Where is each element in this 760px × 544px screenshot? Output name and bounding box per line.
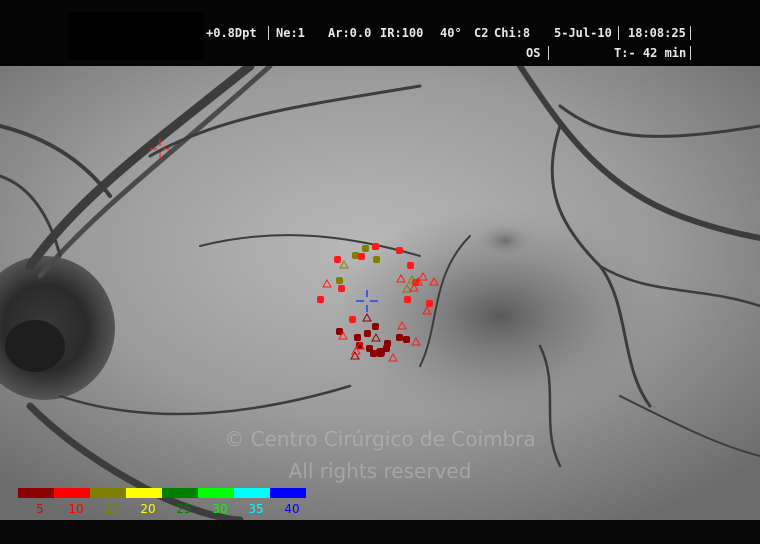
c2-value: C2 xyxy=(474,26,489,40)
point-square xyxy=(358,253,365,260)
scale-swatch xyxy=(162,488,198,498)
elapsed-time: T:- 42 min xyxy=(614,46,687,60)
point-square xyxy=(336,277,343,284)
lesion-area xyxy=(475,223,535,259)
redacted-patient-info xyxy=(68,12,204,60)
scale-label: 15 xyxy=(104,502,120,516)
scale-label: 40 xyxy=(284,502,300,516)
point-square xyxy=(383,345,390,352)
chi-value: Chi:8 xyxy=(494,26,531,40)
point-square xyxy=(373,256,380,263)
point-square xyxy=(404,296,411,303)
fundus-svg xyxy=(0,66,760,520)
time-value: 18:08:25 xyxy=(628,26,686,40)
point-square xyxy=(370,350,377,357)
eye-value: OS xyxy=(526,46,541,60)
scale-label: 30 xyxy=(212,502,228,516)
scale-label: 25 xyxy=(176,502,192,516)
scale-label: 10 xyxy=(68,502,84,516)
divider xyxy=(618,26,619,40)
optic-cup xyxy=(5,320,65,372)
point-square xyxy=(426,300,433,307)
bottom-bar xyxy=(0,520,760,544)
scale-swatch xyxy=(270,488,306,498)
scale-swatch xyxy=(234,488,270,498)
point-square xyxy=(334,256,341,263)
point-square xyxy=(407,262,414,269)
ar-value: Ar:0.0 xyxy=(328,26,372,40)
copyright-watermark: © Centro Cirúrgico de Coimbra xyxy=(224,427,536,451)
divider xyxy=(268,26,269,40)
refraction-value: +0.8Dpt xyxy=(206,26,257,40)
point-square xyxy=(338,285,345,292)
divider xyxy=(690,26,691,40)
point-square xyxy=(317,296,324,303)
point-square xyxy=(396,247,403,254)
date-value: 5-Jul-10 xyxy=(554,26,612,40)
ne-value: Ne:1 xyxy=(276,26,305,40)
scale-swatch xyxy=(90,488,126,498)
divider xyxy=(690,46,691,60)
divider xyxy=(548,46,549,60)
info-header: +0.8Dpt Ne:1 Ar:0.0 IR:100 40° C2 Chi:8 … xyxy=(0,0,760,66)
scale-label: 5 xyxy=(36,502,44,516)
microperimetry-viewer: +0.8Dpt Ne:1 Ar:0.0 IR:100 40° C2 Chi:8 … xyxy=(0,0,760,544)
rights-watermark: All rights reserved xyxy=(288,459,472,483)
scale-swatch xyxy=(126,488,162,498)
point-square xyxy=(403,336,410,343)
fundus-image xyxy=(0,66,760,520)
point-square xyxy=(354,334,361,341)
angle-value: 40° xyxy=(440,26,462,40)
point-square xyxy=(372,243,379,250)
point-square xyxy=(352,252,359,259)
scale-swatch xyxy=(198,488,234,498)
point-square xyxy=(362,245,369,252)
ir-value: IR:100 xyxy=(380,26,424,40)
point-square xyxy=(372,323,379,330)
scale-swatch xyxy=(54,488,90,498)
point-square xyxy=(396,334,403,341)
scale-label: 35 xyxy=(248,502,264,516)
point-square xyxy=(364,330,371,337)
scale-label: 20 xyxy=(140,502,156,516)
scale-swatch xyxy=(18,488,54,498)
point-square xyxy=(349,316,356,323)
